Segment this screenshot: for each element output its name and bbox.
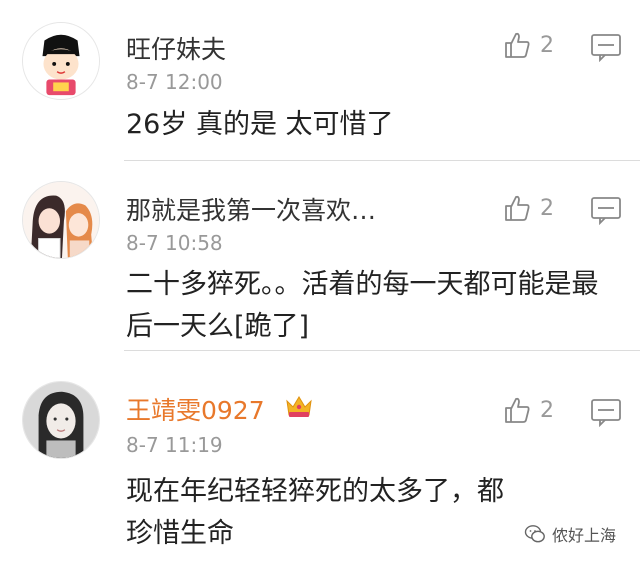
like-count: 2: [540, 32, 554, 58]
reply-button[interactable]: [590, 195, 622, 226]
anime-couple-avatar-icon: [23, 182, 99, 258]
avatar[interactable]: [22, 381, 100, 459]
reply-button[interactable]: [590, 397, 622, 428]
wechat-logo-icon: [524, 525, 545, 543]
like-button[interactable]: 2: [502, 191, 566, 225]
watermark-text: 侬好上海: [552, 526, 617, 545]
thumbs-up-icon: [505, 397, 530, 423]
thumbs-up-icon: [505, 32, 530, 58]
like-button[interactable]: 2: [502, 393, 566, 427]
comment-bubble-icon: [591, 34, 621, 63]
username[interactable]: 那就是我第一次喜欢…: [126, 191, 376, 227]
comment-text: 二十多猝死。。活着的每一天都可能是最后一天么[跪了]: [126, 269, 599, 342]
username[interactable]: 王靖雯0927: [126, 391, 265, 427]
avatar[interactable]: [22, 181, 100, 259]
comment-text: 26岁 真的是 太可惜了: [126, 109, 394, 140]
comment-item: 那就是我第一次喜欢… 8-7 10:58 二十多猝死。。活着的每一天都可能是最后…: [0, 161, 640, 350]
girl-photo-avatar-icon: [23, 382, 99, 458]
like-count: 2: [540, 195, 554, 221]
timestamp: 8-7 12:00: [126, 70, 223, 94]
username[interactable]: 旺仔妹夫: [126, 30, 226, 66]
thumbs-up-icon: [505, 195, 530, 221]
like-button[interactable]: 2: [502, 28, 566, 62]
cartoon-boy-avatar-icon: [23, 23, 99, 99]
wechat-watermark: 侬好上海: [524, 522, 616, 546]
timestamp: 8-7 10:58: [126, 231, 223, 255]
crown-vip-icon: [284, 393, 314, 419]
comment-bubble-icon: [591, 399, 621, 428]
reply-button[interactable]: [590, 32, 622, 63]
comment-item: 旺仔妹夫 8-7 12:00 26岁 真的是 太可惜了 2: [0, 0, 640, 160]
like-count: 2: [540, 397, 554, 423]
timestamp: 8-7 11:19: [126, 433, 223, 457]
avatar[interactable]: [22, 22, 100, 100]
comment-bubble-icon: [591, 197, 621, 226]
comment-text: 现在年纪轻轻猝死的太多了，都珍惜生命: [126, 476, 504, 549]
